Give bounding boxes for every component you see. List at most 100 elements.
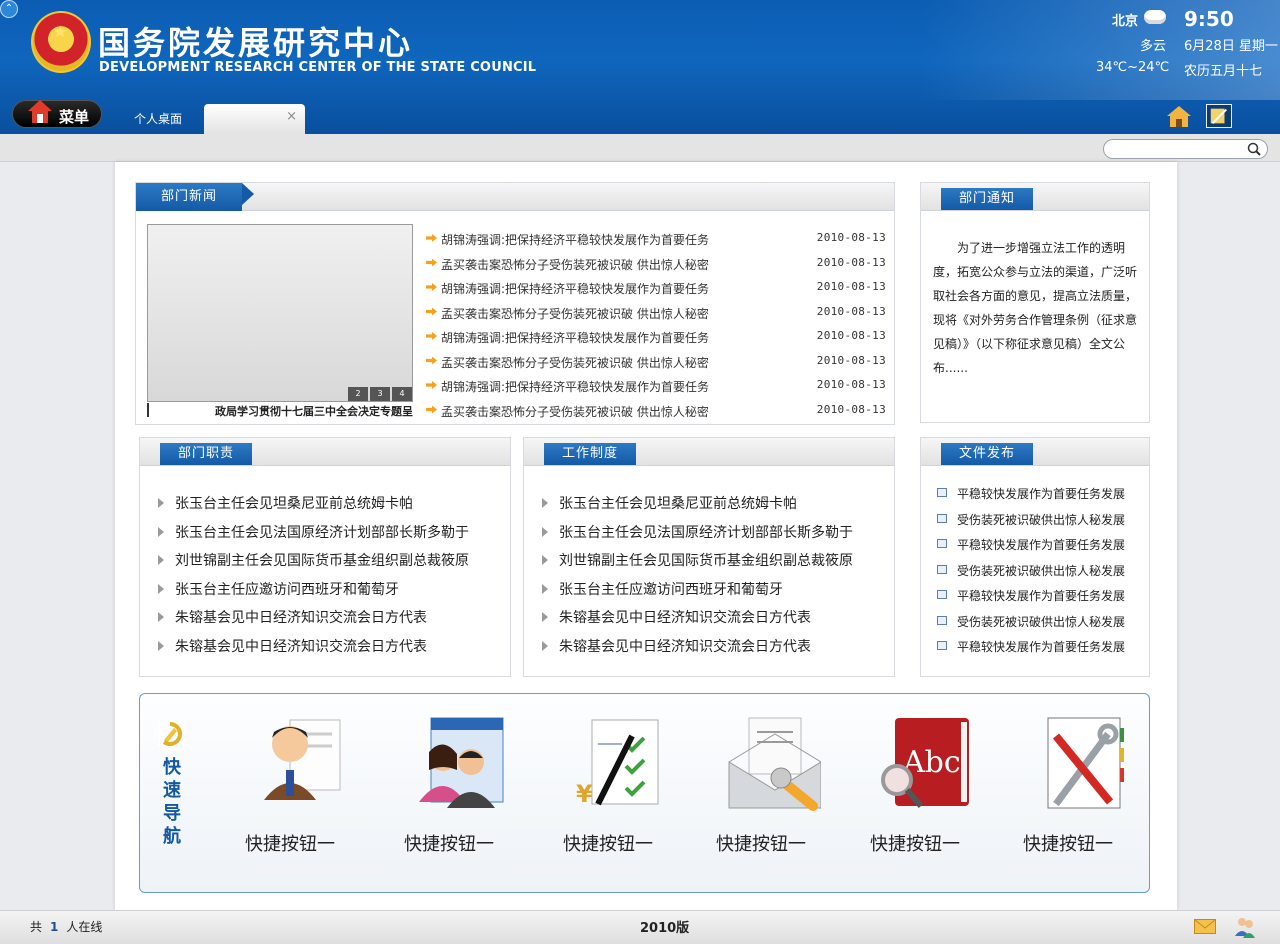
file-item[interactable]: 平稳较快发展作为首要任务发展: [937, 485, 1147, 511]
department-news-title[interactable]: 部门新闻: [136, 183, 255, 211]
list-item[interactable]: 刘世锦副主任会见国际货币基金组织副总裁筱原: [542, 550, 892, 579]
list-item[interactable]: 张玉台主任应邀访问西班牙和葡萄牙: [158, 579, 508, 608]
file-item[interactable]: 受伤装死被识破供出惊人秘发展: [937, 562, 1147, 588]
tab-close-icon[interactable]: ×: [286, 109, 297, 124]
slideshow-pager: 2 3 4: [346, 387, 412, 401]
file-item-title[interactable]: 平稳较快发展作为首要任务发展: [957, 587, 1125, 604]
quick-button-1[interactable]: 快捷按钮一: [225, 714, 355, 855]
collapse-up-icon[interactable]: ⌃: [0, 0, 18, 18]
slideshow-caption[interactable]: 政局学习贯彻十七届三中全会决定专题呈: [147, 403, 413, 417]
quick-button-label: 快捷按钮一: [563, 834, 653, 855]
document-icon: [937, 641, 947, 650]
list-item-title[interactable]: 朱镕基会见中日经济知识交流会日方代表: [175, 607, 427, 627]
news-item-title[interactable]: 孟买袭击案恐怖分子受伤装死被识破 供出惊人秘密: [441, 256, 709, 273]
list-item[interactable]: 张玉台主任会见坦桑尼亚前总统姆卡帕: [542, 493, 892, 522]
news-item[interactable]: 孟买袭击案恐怖分子受伤装死被识破 供出惊人秘密 2010-08-13: [426, 305, 886, 330]
list-item[interactable]: 张玉台主任会见法国原经济计划部部长斯多勒于: [158, 522, 508, 551]
list-item[interactable]: 张玉台主任会见法国原经济计划部部长斯多勒于: [542, 522, 892, 551]
news-item-title[interactable]: 胡锦涛强调:把保持经济平稳较快发展作为首要任务: [441, 378, 709, 395]
list-item-title[interactable]: 张玉台主任会见坦桑尼亚前总统姆卡帕: [559, 493, 797, 513]
triangle-bullet-icon: [542, 640, 548, 651]
home-shortcut-icon[interactable]: [1166, 104, 1192, 128]
search-icon[interactable]: [1247, 142, 1261, 156]
file-item-title[interactable]: 受伤装死被识破供出惊人秘发展: [957, 511, 1125, 528]
pager-button[interactable]: 4: [392, 387, 412, 401]
list-item-title[interactable]: 朱镕基会见中日经济知识交流会日方代表: [175, 636, 427, 656]
news-slideshow-image[interactable]: 2 3 4: [147, 224, 413, 402]
list-item-title[interactable]: 张玉台主任会见坦桑尼亚前总统姆卡帕: [175, 493, 413, 513]
quick-button-4[interactable]: 快捷按钮一: [696, 714, 826, 855]
list-item[interactable]: 张玉台主任会见坦桑尼亚前总统姆卡帕: [158, 493, 508, 522]
department-notice-title[interactable]: 部门通知: [941, 188, 1034, 210]
news-item[interactable]: 孟买袭击案恐怖分子受伤装死被识破 供出惊人秘密 2010-08-13: [426, 256, 886, 281]
online-number[interactable]: 1: [42, 920, 66, 934]
list-item-title[interactable]: 张玉台主任应邀访问西班牙和葡萄牙: [559, 579, 783, 599]
list-item-title[interactable]: 刘世锦副主任会见国际货币基金组织副总裁筱原: [559, 550, 853, 570]
list-item-title[interactable]: 朱镕基会见中日经济知识交流会日方代表: [559, 636, 811, 656]
pager-button[interactable]: 3: [370, 387, 390, 401]
news-item-date: 2010-08-13: [816, 378, 886, 391]
work-system-title[interactable]: 工作制度: [544, 443, 637, 465]
quick-button-3[interactable]: ¥ 快捷按钮一: [543, 714, 673, 855]
file-release-title[interactable]: 文件发布: [941, 443, 1034, 465]
news-item[interactable]: 胡锦涛强调:把保持经济平稳较快发展作为首要任务 2010-08-13: [426, 280, 886, 305]
news-item-title[interactable]: 孟买袭击案恐怖分子受伤装死被识破 供出惊人秘密: [441, 354, 709, 371]
edit-settings-icon[interactable]: [1206, 104, 1232, 128]
news-item-title[interactable]: 孟买袭击案恐怖分子受伤装死被识破 供出惊人秘密: [441, 305, 709, 322]
list-item[interactable]: 朱镕基会见中日经济知识交流会日方代表: [158, 636, 508, 665]
menu-button[interactable]: 菜单: [12, 100, 102, 128]
quick-button-label: 快捷按钮一: [870, 834, 960, 855]
file-item[interactable]: 平稳较快发展作为首要任务发展: [937, 587, 1147, 613]
finance-checklist-icon: ¥: [576, 719, 659, 808]
file-item-title[interactable]: 平稳较快发展作为首要任务发展: [957, 485, 1125, 502]
department-duties-title[interactable]: 部门职责: [160, 443, 253, 465]
news-list: 胡锦涛强调:把保持经济平稳较快发展作为首要任务 2010-08-13 孟买袭击案恐…: [426, 231, 886, 427]
list-item-title[interactable]: 张玉台主任会见法国原经济计划部部长斯多勒于: [175, 522, 469, 542]
list-item[interactable]: 朱镕基会见中日经济知识交流会日方代表: [542, 607, 892, 636]
document-icon: [937, 615, 947, 625]
dictionary-icon: Abc: [881, 718, 969, 808]
list-item-title[interactable]: 刘世锦副主任会见国际货币基金组织副总裁筱原: [175, 550, 469, 570]
file-item-title[interactable]: 受伤装死被识破供出惊人秘发展: [957, 562, 1125, 579]
online-users-icon[interactable]: [1234, 916, 1256, 938]
news-item-title[interactable]: 孟买袭击案恐怖分子受伤装死被识破 供出惊人秘密: [441, 403, 709, 420]
search-input[interactable]: [1112, 142, 1242, 156]
quick-button-2[interactable]: 快捷按钮一: [384, 714, 514, 855]
list-item-title[interactable]: 朱镕基会见中日经济知识交流会日方代表: [559, 607, 811, 627]
list-item-title[interactable]: 张玉台主任会见法国原经济计划部部长斯多勒于: [559, 522, 853, 542]
news-item[interactable]: 胡锦涛强调:把保持经济平稳较快发展作为首要任务 2010-08-13: [426, 231, 886, 256]
list-item[interactable]: 朱镕基会见中日经济知识交流会日方代表: [158, 607, 508, 636]
file-item-title[interactable]: 平稳较快发展作为首要任务发展: [957, 638, 1125, 655]
list-item[interactable]: 张玉台主任应邀访问西班牙和葡萄牙: [542, 579, 892, 608]
news-item-title[interactable]: 胡锦涛强调:把保持经济平稳较快发展作为首要任务: [441, 231, 709, 248]
news-item[interactable]: 孟买袭击案恐怖分子受伤装死被识破 供出惊人秘密 2010-08-13: [426, 403, 886, 428]
file-item[interactable]: 平稳较快发展作为首要任务发展: [937, 536, 1147, 562]
news-item[interactable]: 胡锦涛强调:把保持经济平稳较快发展作为首要任务 2010-08-13: [426, 378, 886, 403]
triangle-bullet-icon: [542, 612, 548, 622]
toolbar-strip: [0, 134, 1280, 162]
list-item[interactable]: 刘世锦副主任会见国际货币基金组织副总裁筱原: [158, 550, 508, 579]
file-item[interactable]: 受伤装死被识破供出惊人秘发展: [937, 511, 1147, 537]
news-item[interactable]: 胡锦涛强调:把保持经济平稳较快发展作为首要任务 2010-08-13: [426, 329, 886, 354]
arrow-bullet-icon: [426, 307, 437, 316]
list-item[interactable]: 朱镕基会见中日经济知识交流会日方代表: [542, 636, 892, 665]
search-box[interactable]: [1103, 139, 1268, 159]
quick-navigation-panel: 快速导航 快捷按钮一 快捷按钮一 ¥ 快捷按钮一 快捷按钮一 Abc 快捷按钮一…: [139, 693, 1150, 893]
pager-button[interactable]: 2: [348, 387, 368, 401]
tab-active-blank[interactable]: ×: [204, 104, 305, 134]
file-item[interactable]: 受伤装死被识破供出惊人秘发展: [937, 613, 1147, 639]
news-item[interactable]: 孟买袭击案恐怖分子受伤装死被识破 供出惊人秘密 2010-08-13: [426, 354, 886, 379]
quick-button-5[interactable]: Abc 快捷按钮一: [850, 714, 980, 855]
quick-button-6[interactable]: 快捷按钮一: [1003, 714, 1133, 855]
notice-text[interactable]: 为了进一步增强立法工作的透明度，拓宽公众参与立法的渠道，广泛听取社会各方面的意见…: [933, 236, 1143, 380]
weather-city: 北京: [1112, 14, 1139, 29]
file-item[interactable]: 平稳较快发展作为首要任务发展: [937, 638, 1147, 664]
list-item-title[interactable]: 张玉台主任应邀访问西班牙和葡萄牙: [175, 579, 399, 599]
news-item-title[interactable]: 胡锦涛强调:把保持经济平稳较快发展作为首要任务: [441, 329, 709, 346]
file-item-title[interactable]: 平稳较快发展作为首要任务发展: [957, 536, 1125, 553]
tab-personal-desktop[interactable]: 个人桌面: [112, 110, 204, 132]
mail-icon[interactable]: [1194, 919, 1216, 934]
news-item-title[interactable]: 胡锦涛强调:把保持经济平稳较快发展作为首要任务: [441, 280, 709, 297]
triangle-bullet-icon: [158, 640, 164, 651]
file-item-title[interactable]: 受伤装死被识破供出惊人秘发展: [957, 613, 1125, 630]
